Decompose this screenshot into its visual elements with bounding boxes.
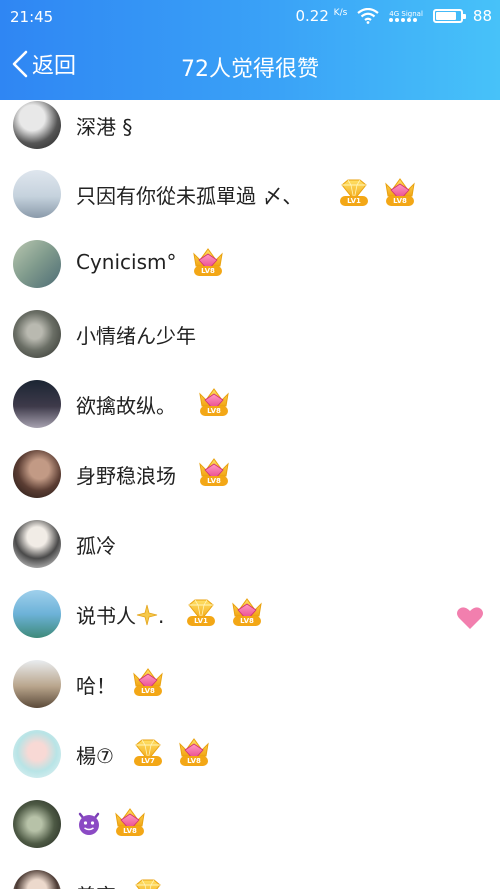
user-name[interactable]: 说书人. bbox=[76, 600, 164, 631]
list-item[interactable]: 楊⑦ LV7 LV8 bbox=[0, 719, 500, 789]
user-name[interactable]: 小情绪ん少年 bbox=[76, 320, 196, 349]
battery-icon bbox=[432, 9, 466, 23]
avatar[interactable] bbox=[13, 240, 61, 288]
level-badge-lv8: LV8 bbox=[196, 456, 232, 488]
avatar[interactable] bbox=[13, 310, 61, 358]
sparkle-icon bbox=[136, 604, 158, 631]
user-name[interactable]: 只因有你從未孤單過 〆、 bbox=[76, 180, 302, 209]
level-badge-lv8: LV8 bbox=[112, 806, 148, 838]
battery-level: 88 bbox=[472, 7, 492, 25]
level-badge-lv8: LV8 bbox=[229, 596, 265, 628]
list-item[interactable]: 只因有你從未孤單過 〆、 LV1 LV8 bbox=[0, 159, 500, 229]
list-item[interactable]: 哈！ LV8 bbox=[0, 649, 500, 719]
level-badge-lv8: LV8 bbox=[382, 176, 418, 208]
user-name[interactable]: 哈！ bbox=[76, 670, 116, 699]
user-name[interactable]: 孤冷 bbox=[76, 530, 116, 559]
avatar[interactable] bbox=[13, 101, 61, 149]
list-item[interactable]: 说书人. LV1 LV8 bbox=[0, 579, 500, 649]
level-badge-lv1: LV1 bbox=[183, 596, 219, 628]
level-badge-lv8: LV8 bbox=[196, 386, 232, 418]
level-badge-lv8: LV8 bbox=[130, 666, 166, 698]
avatar[interactable] bbox=[13, 520, 61, 568]
likes-list[interactable]: 深港 § 只因有你從未孤單過 〆、 LV1 LV8 Cynicism° LV8 … bbox=[0, 100, 500, 889]
avatar[interactable] bbox=[13, 380, 61, 428]
user-name[interactable]: 善恋 bbox=[76, 880, 116, 889]
avatar[interactable] bbox=[13, 590, 61, 638]
user-name[interactable]: Cynicism° bbox=[76, 250, 177, 274]
user-name[interactable]: 身野稳浪场 bbox=[76, 460, 176, 489]
network-speed: 0.22 K/s bbox=[295, 7, 348, 25]
diamond-icon bbox=[130, 876, 166, 889]
user-name[interactable]: 深港 § bbox=[76, 111, 132, 140]
list-item[interactable]: LV8 bbox=[0, 789, 500, 859]
signal-icon: 4G Signal bbox=[389, 10, 423, 22]
status-bar: 21:45 0.22 K/s 4G Signal 88 bbox=[0, 0, 500, 34]
avatar[interactable] bbox=[13, 800, 61, 848]
list-item[interactable]: 小情绪ん少年 bbox=[0, 299, 500, 369]
list-item[interactable]: Cynicism° LV8 bbox=[0, 229, 500, 299]
user-name[interactable]: 欲擒故纵。 bbox=[76, 390, 176, 419]
list-item[interactable]: 欲擒故纵。 LV8 bbox=[0, 369, 500, 439]
level-badge-lv8: LV8 bbox=[176, 736, 212, 768]
list-item[interactable]: 善恋 bbox=[0, 859, 500, 889]
avatar[interactable] bbox=[13, 660, 61, 708]
devil-emoji-icon bbox=[76, 810, 102, 841]
wifi-icon bbox=[357, 8, 379, 24]
avatar[interactable] bbox=[13, 170, 61, 218]
heart-icon[interactable] bbox=[456, 605, 484, 631]
user-name[interactable]: 楊⑦ bbox=[76, 740, 114, 769]
header-bar: 21:45 0.22 K/s 4G Signal 88 返回 72人觉得很赞 bbox=[0, 0, 500, 100]
nav-bar: 返回 72人觉得很赞 bbox=[0, 34, 500, 100]
level-badge bbox=[130, 876, 166, 889]
list-item[interactable]: 身野稳浪场 LV8 bbox=[0, 439, 500, 509]
list-item[interactable]: 深港 § bbox=[0, 100, 500, 160]
avatar[interactable] bbox=[13, 870, 61, 889]
level-badge-lv8: LV8 bbox=[190, 246, 226, 278]
avatar[interactable] bbox=[13, 450, 61, 498]
level-badge-lv7: LV7 bbox=[130, 736, 166, 768]
user-name[interactable] bbox=[76, 810, 102, 841]
level-badge-lv1: LV1 bbox=[336, 176, 372, 208]
avatar[interactable] bbox=[13, 730, 61, 778]
list-item[interactable]: 孤冷 bbox=[0, 509, 500, 579]
page-title: 72人觉得很赞 bbox=[181, 57, 319, 82]
status-time: 21:45 bbox=[10, 8, 54, 26]
